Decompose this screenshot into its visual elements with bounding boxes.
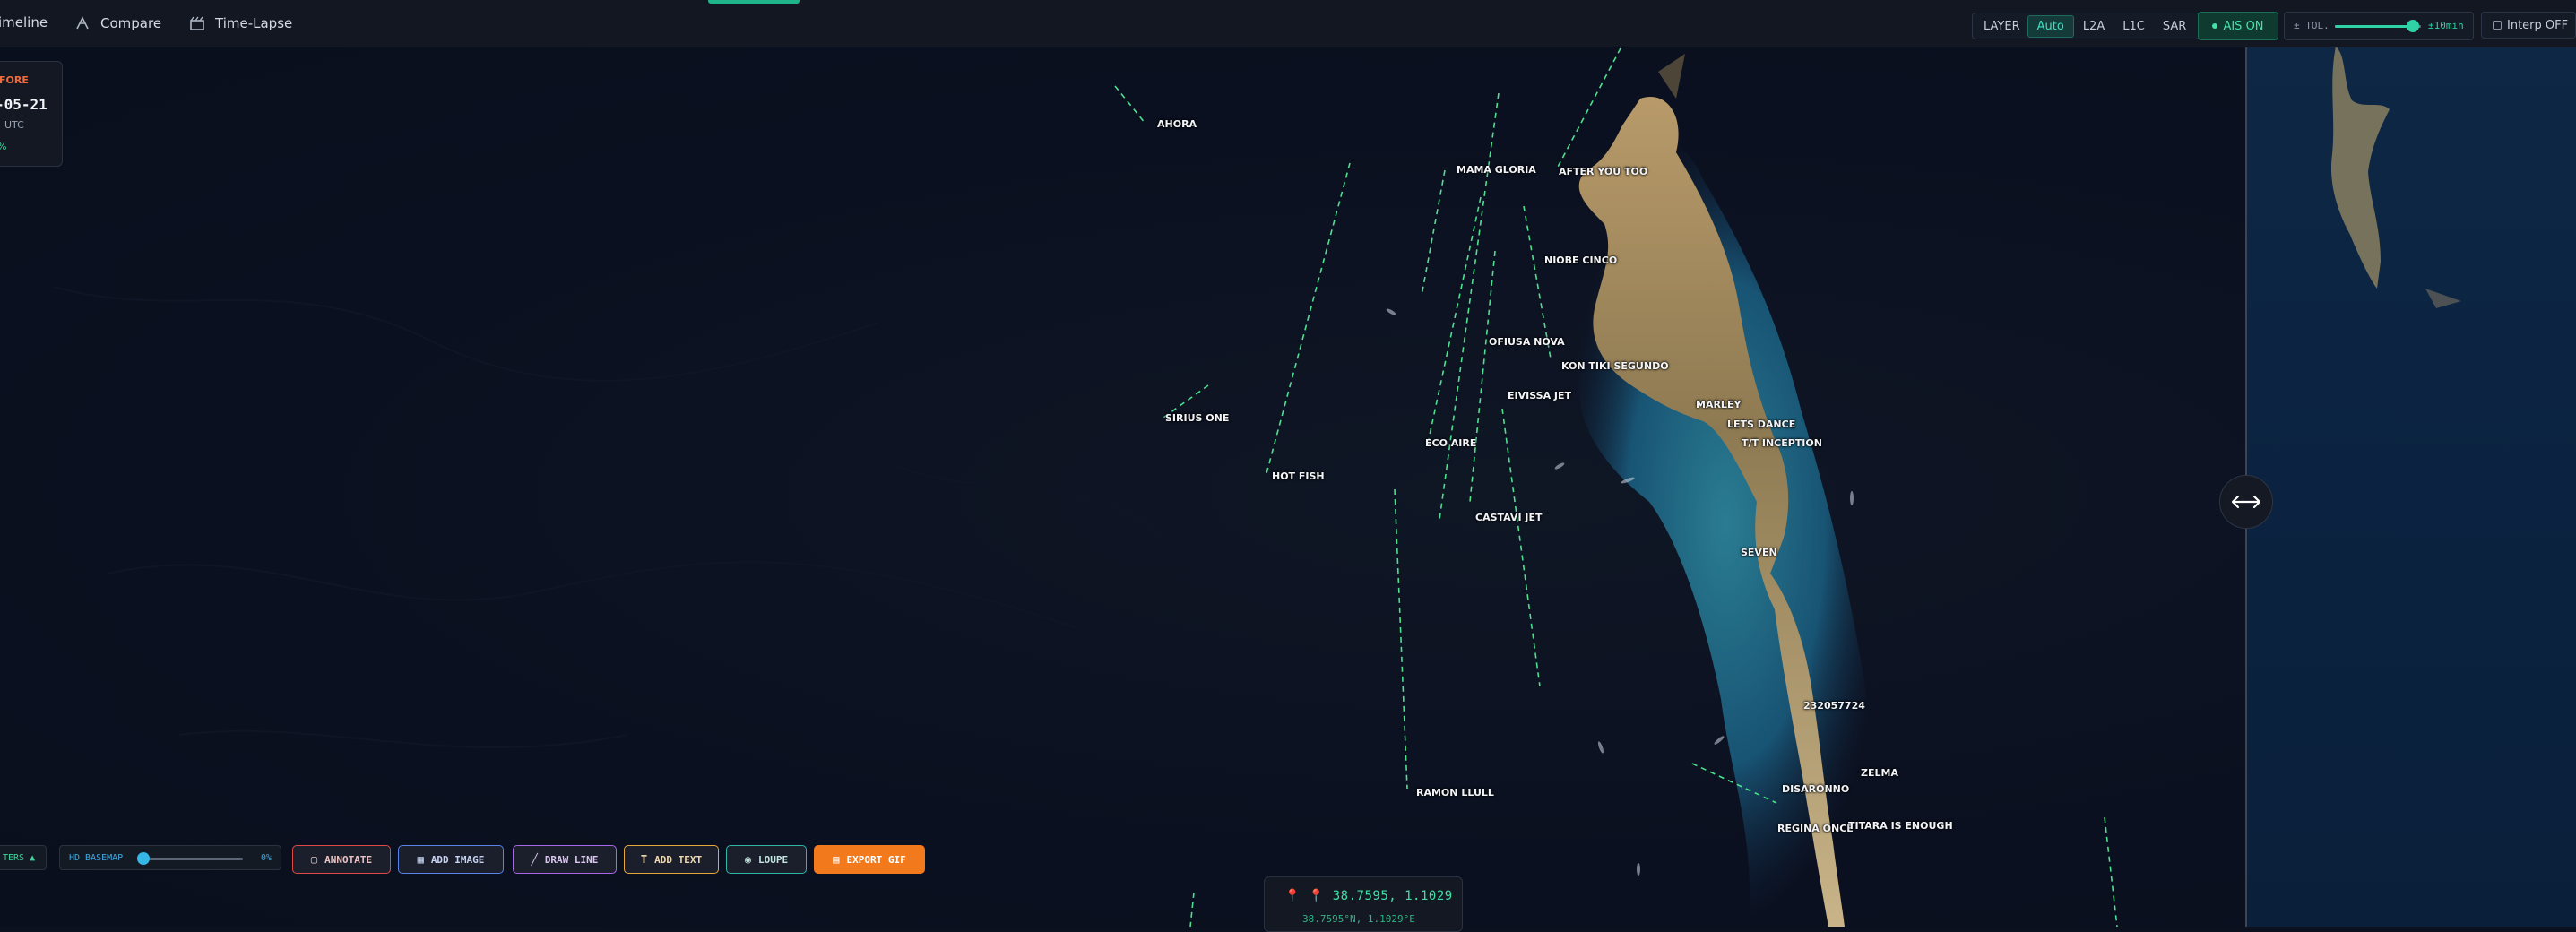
draw-line-label: DRAW LINE [544,853,599,866]
vessel-label[interactable]: TITARA IS ENOUGH [1848,820,1953,832]
image-cloud-pct: % [0,141,6,152]
vessel-label[interactable]: MARLEY [1696,399,1741,410]
vessel-label[interactable]: ZELMA [1861,767,1898,779]
map-view-left[interactable]: AHORA MAMA GLORIA AFTER YOU TOO NIOBE CI… [0,47,2246,927]
layer-option-l2a[interactable]: L2A [2074,16,2114,37]
layer-option-auto[interactable]: Auto [2027,14,2074,38]
add-text-icon: T [640,853,648,866]
ais-label: AIS ON [2223,19,2264,33]
coordinates-decimal: 38.7595, 1.1029 [1332,889,1453,903]
tab-time-lapse-label: Time-Lapse [215,15,293,31]
pin-icon: 📍 [1284,889,1301,903]
coordinates-dms: 38.7595°N, 1.1029°E [1302,913,1415,925]
annotate-label: ANNOTATE [324,853,373,866]
time-lapse-icon [190,16,204,30]
vessel-label[interactable]: KON TIKI SEGUNDO [1561,360,1669,372]
active-tab-indicator [708,0,800,4]
interp-toggle[interactable]: Interp OFF [2481,12,2576,39]
interp-label: Interp OFF [2507,18,2569,32]
vessel-label[interactable]: LETS DANCE [1727,419,1795,430]
hd-basemap-slider-track[interactable] [143,858,243,860]
layer-option-l1c[interactable]: L1C [2114,16,2154,37]
add-image-icon: ▦ [417,853,424,866]
image-date-card: FORE -05-21 UTC % [0,61,63,167]
tolerance-value: ±10min [2428,20,2464,31]
vessel-label[interactable]: HOT FISH [1272,470,1325,482]
draw-line-button[interactable]: ╱ DRAW LINE [513,845,617,874]
hd-basemap-label: HD BASEMAP [69,853,124,863]
map-imagery [53,47,2118,927]
hd-basemap-value: 0% [261,853,272,863]
add-image-button[interactable]: ▦ ADD IMAGE [398,845,504,874]
tolerance-slider-knob[interactable] [2407,20,2419,32]
layer-label: LAYER [1984,19,2020,33]
split-drag-handle[interactable] [2219,475,2273,529]
vessel-label[interactable]: MAMA GLORIA [1457,164,1536,176]
arrows-horizontal-icon [2231,495,2261,509]
tab-time-lapse[interactable]: Time-Lapse [188,14,292,32]
islet-land [2330,47,2390,289]
map-view-right[interactable] [2246,47,2576,927]
layer-selector: LAYER Auto L2A L1C SAR [1972,13,2200,39]
compare-icon [76,16,89,30]
top-bar: imeline Compare Time-Lapse LAYER Auto L2… [0,0,2576,47]
vessel-label[interactable]: AFTER YOU TOO [1559,166,1647,177]
tab-timeline-label: imeline [0,14,48,30]
coordinates-main: 📍 📍 38.7595, 1.1029 [1284,889,1453,903]
export-gif-label: EXPORT GIF [846,853,906,866]
vessel-label[interactable]: EIVISSA JET [1508,390,1571,401]
annotate-icon: ▢ [310,853,318,866]
loupe-button[interactable]: ◉ LOUPE [726,845,807,874]
draw-line-icon: ╱ [531,853,538,866]
seabed-texture [53,286,1166,749]
image-date: -05-21 [0,96,48,113]
layer-option-sar[interactable]: SAR [2154,16,2195,37]
vessel-label[interactable]: ECO AIRE [1425,437,1476,449]
tolerance-control: ± TOL. ±10min [2284,12,2474,40]
vessel-label[interactable]: OFIUSA NOVA [1489,336,1565,348]
cursor-coordinates: 📍 📍 38.7595, 1.1029 38.7595°N, 1.1029°E [1264,876,1463,932]
add-text-label: ADD TEXT [654,853,703,866]
image-period-label: FORE [0,74,29,86]
hd-basemap-slider-knob[interactable] [137,852,150,865]
tab-timeline[interactable]: imeline [0,14,48,30]
vessel-label[interactable]: SEVEN [1741,547,1777,558]
add-text-button[interactable]: T ADD TEXT [624,845,719,874]
loupe-label: LOUPE [758,853,789,866]
add-image-label: ADD IMAGE [430,853,485,866]
tab-compare[interactable]: Compare [73,14,161,32]
export-gif-icon: ▤ [833,853,840,866]
filters-toggle[interactable]: TERS ▲ [0,845,47,870]
ais-status-dot [2212,23,2218,29]
tab-compare-label: Compare [100,15,162,31]
vessel-label[interactable]: DISARONNO [1782,783,1849,795]
image-timezone: UTC [4,119,24,131]
tolerance-slider-fill [2335,25,2411,28]
vessel-label[interactable]: T/T INCEPTION [1742,437,1822,449]
pin-icon: 📍 [1308,889,1325,903]
tolerance-label: ± TOL. [2294,20,2330,31]
vessel-label[interactable]: RAMON LLULL [1416,787,1494,798]
annotate-button[interactable]: ▢ ANNOTATE [292,845,391,874]
vessel-label[interactable]: 232057724 [1803,700,1865,712]
export-gif-button[interactable]: ▤ EXPORT GIF [814,845,925,874]
vessel-label[interactable]: NIOBE CINCO [1544,255,1617,266]
distant-land [1658,54,1685,99]
vessel-label[interactable]: CASTAVI JET [1475,512,1542,523]
vessel-label[interactable]: AHORA [1157,118,1197,130]
ais-toggle-button[interactable]: AIS ON [2198,12,2278,40]
vessel-label[interactable]: SIRIUS ONE [1165,412,1229,424]
interp-checkbox-icon [2493,21,2502,30]
loupe-icon: ◉ [744,853,752,866]
map-imagery-right [2330,47,2461,308]
islet-shallows [2425,289,2461,308]
vessel-label[interactable]: REGINA ONCE [1777,823,1854,834]
hd-basemap-control: HD BASEMAP 0% [59,845,281,870]
